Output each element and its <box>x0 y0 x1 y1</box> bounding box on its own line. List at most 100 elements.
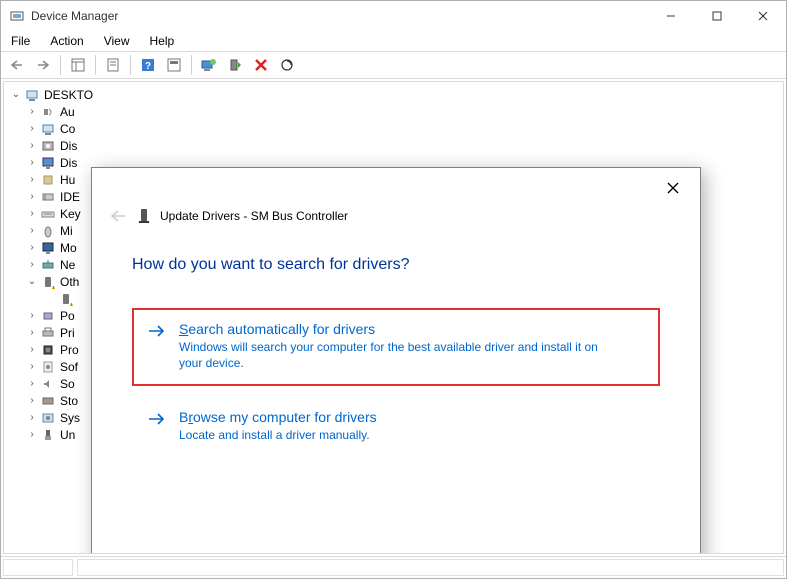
expand-icon[interactable]: › <box>26 361 38 372</box>
software-icon <box>40 359 56 375</box>
minimize-button[interactable] <box>648 1 694 31</box>
action-button[interactable] <box>162 54 186 76</box>
hid-icon <box>40 172 56 188</box>
menubar: File Action View Help <box>1 31 786 51</box>
close-button[interactable] <box>740 1 786 31</box>
expand-icon[interactable]: › <box>26 123 38 134</box>
scan-hardware-button[interactable] <box>275 54 299 76</box>
device-icon <box>136 208 152 224</box>
tree-item-label: Oth <box>60 275 79 289</box>
expand-icon[interactable]: › <box>26 225 38 236</box>
titlebar: Device Manager <box>1 1 786 31</box>
enable-device-button[interactable] <box>223 54 247 76</box>
usb-icon <box>40 427 56 443</box>
tree-item-label: Sto <box>60 394 78 408</box>
dialog-question: How do you want to search for drivers? <box>132 256 660 274</box>
tree-item-label: Ne <box>60 258 75 272</box>
sound-icon <box>40 376 56 392</box>
dialog-close-button[interactable] <box>658 176 688 200</box>
svg-text:!: ! <box>71 302 72 306</box>
menu-action[interactable]: Action <box>46 32 87 50</box>
dialog-title: Update Drivers - SM Bus Controller <box>160 209 348 223</box>
tree-item-label: Un <box>60 428 75 442</box>
properties-button[interactable] <box>101 54 125 76</box>
help-button[interactable]: ? <box>136 54 160 76</box>
expand-icon[interactable]: › <box>26 106 38 117</box>
expand-icon[interactable]: › <box>26 191 38 202</box>
uninstall-device-button[interactable] <box>249 54 273 76</box>
menu-view[interactable]: View <box>100 32 134 50</box>
keyboard-icon <box>40 206 56 222</box>
expand-icon[interactable]: › <box>26 208 38 219</box>
expand-icon[interactable]: › <box>26 327 38 338</box>
printer-icon <box>40 325 56 341</box>
expand-icon[interactable]: › <box>26 344 38 355</box>
tree-item-label: Pri <box>60 326 75 340</box>
tree-item[interactable]: › Co <box>4 120 783 137</box>
search-automatically-option[interactable]: Search automatically for drivers Windows… <box>132 308 660 386</box>
option1-desc: Windows will search your computer for th… <box>179 339 609 371</box>
nav-back-button[interactable] <box>5 54 29 76</box>
expand-icon[interactable]: › <box>26 242 38 253</box>
option2-desc: Locate and install a driver manually. <box>179 427 377 443</box>
expand-icon[interactable]: › <box>26 259 38 270</box>
tree-item-label: Mi <box>60 224 73 238</box>
network-icon <box>40 257 56 273</box>
ide-icon <box>40 189 56 205</box>
monitor-icon <box>40 240 56 256</box>
dialog-header: Update Drivers - SM Bus Controller <box>92 168 700 228</box>
collapse-icon[interactable]: ⌄ <box>10 89 22 100</box>
nav-forward-button[interactable] <box>31 54 55 76</box>
device-manager-window: Device Manager File Action View Help ? <box>0 0 787 579</box>
audio-icon <box>40 104 56 120</box>
computer-icon <box>40 121 56 137</box>
tree-item-label: Mo <box>60 241 77 255</box>
tree-item-label: Sys <box>60 411 80 425</box>
browse-computer-option[interactable]: Browse my computer for drivers Locate an… <box>132 396 660 458</box>
expand-icon[interactable]: › <box>26 174 38 185</box>
tree-item-label: Po <box>60 309 75 323</box>
statusbar <box>1 556 786 578</box>
app-icon <box>9 8 25 24</box>
tree-item-label: IDE <box>60 190 80 204</box>
expand-icon[interactable]: › <box>26 395 38 406</box>
computer-icon <box>24 87 40 103</box>
expand-icon[interactable]: › <box>26 140 38 151</box>
update-drivers-dialog: Update Drivers - SM Bus Controller How d… <box>91 167 701 554</box>
tree-item-label: Hu <box>60 173 75 187</box>
tree-item-label: Co <box>60 122 75 136</box>
mouse-icon <box>40 223 56 239</box>
svg-text:!: ! <box>53 285 54 289</box>
expand-icon[interactable]: › <box>26 378 38 389</box>
storage-icon <box>40 393 56 409</box>
expand-icon[interactable]: › <box>26 310 38 321</box>
show-hide-tree-button[interactable] <box>66 54 90 76</box>
dialog-back-button[interactable] <box>106 204 130 228</box>
tree-item-label: Key <box>60 207 81 221</box>
tree-item[interactable]: › Au <box>4 103 783 120</box>
menu-file[interactable]: File <box>7 32 34 50</box>
tree-item-label: Au <box>60 105 75 119</box>
option1-title: Search automatically for drivers <box>179 321 609 337</box>
update-driver-button[interactable] <box>197 54 221 76</box>
tree-item[interactable]: ›Dis <box>4 137 783 154</box>
ports-icon <box>40 308 56 324</box>
expand-icon[interactable]: › <box>26 429 38 440</box>
tree-item-label: Pro <box>60 343 79 357</box>
expand-icon[interactable]: ⌄ <box>26 276 38 287</box>
other-icon: ! <box>40 274 56 290</box>
display-icon <box>40 155 56 171</box>
option2-title: Browse my computer for drivers <box>179 409 377 425</box>
maximize-button[interactable] <box>694 1 740 31</box>
tree-root[interactable]: ⌄ DESKTO <box>4 86 783 103</box>
tree-item-label: So <box>60 377 75 391</box>
arrow-right-icon <box>147 321 167 371</box>
expand-icon[interactable]: › <box>26 412 38 423</box>
expand-icon[interactable]: › <box>26 157 38 168</box>
menu-help[interactable]: Help <box>146 32 179 50</box>
arrow-right-icon <box>147 409 167 443</box>
svg-text:?: ? <box>145 61 151 72</box>
system-icon <box>40 410 56 426</box>
window-title: Device Manager <box>31 9 118 23</box>
processor-icon <box>40 342 56 358</box>
